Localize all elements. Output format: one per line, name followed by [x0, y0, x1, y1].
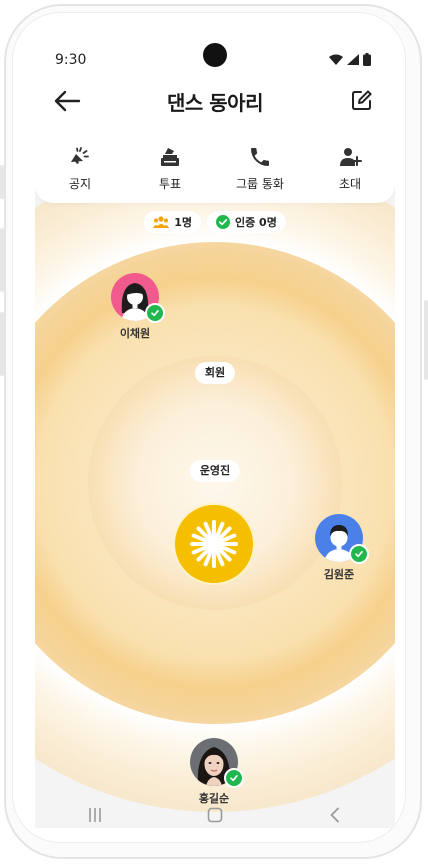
side-button — [0, 165, 4, 199]
signal-icon — [347, 54, 359, 65]
member-radar-map: 1명 인증 0명 회원 운영진 이채원 김원준 홍길순 — [35, 185, 395, 828]
side-button — [0, 312, 4, 376]
action-bar: 공지 투표 그룹 통화 초대 — [35, 135, 395, 203]
verified-count-badge: 인증 0명 — [206, 211, 286, 233]
top-app-bar: 댄스 동아리 — [35, 83, 395, 119]
club-center-button[interactable] — [173, 503, 255, 585]
notice-button[interactable]: 공지 — [35, 135, 125, 203]
avatar — [315, 514, 369, 564]
avatar — [111, 273, 165, 323]
add-user-icon — [340, 148, 362, 166]
invite-button[interactable]: 초대 — [305, 135, 395, 203]
member-zone-label: 회원 — [194, 362, 236, 384]
group-call-button[interactable]: 그룹 통화 — [215, 135, 305, 203]
status-time: 9:30 — [55, 52, 87, 68]
check-circle-icon — [215, 215, 230, 229]
back-icon[interactable] — [327, 807, 343, 823]
wifi-icon — [329, 54, 343, 65]
sunburst-icon — [190, 520, 238, 568]
megaphone-icon — [71, 147, 89, 164]
verified-check-icon — [349, 544, 369, 564]
verified-count: 인증 0명 — [234, 216, 277, 229]
group-icon — [153, 216, 170, 228]
home-icon[interactable] — [207, 807, 223, 823]
avatar — [190, 738, 244, 788]
group-call-label: 그룹 통화 — [236, 177, 284, 191]
app-screen: 9:30 댄스 동아리 1명 인증 0명 회원 운영진 이채원 김원준 홍길순 … — [35, 35, 395, 828]
staff-zone-label: 운영진 — [189, 460, 241, 482]
notice-label: 공지 — [68, 177, 92, 191]
verified-check-icon — [224, 768, 244, 788]
vote-button[interactable]: 투표 — [125, 135, 215, 203]
side-button — [424, 300, 428, 380]
page-title: 댄스 동아리 — [167, 91, 263, 115]
verified-check-icon — [145, 303, 165, 323]
member-count: 1명 — [174, 216, 192, 229]
battery-icon — [363, 53, 371, 66]
member-item[interactable]: 김원준 — [299, 514, 379, 582]
invite-label: 초대 — [338, 177, 362, 191]
front-camera — [203, 43, 227, 67]
status-bar: 9:30 — [35, 35, 395, 85]
member-name: 김원준 — [323, 568, 355, 581]
edit-icon[interactable] — [351, 89, 373, 111]
count-summary: 1명 인증 0명 — [35, 211, 395, 233]
ballot-box-icon — [161, 148, 179, 166]
side-button — [0, 228, 4, 292]
member-name: 이채원 — [119, 327, 151, 340]
system-nav-bar — [35, 793, 395, 837]
phone-icon — [251, 148, 269, 166]
recent-apps-icon[interactable] — [87, 807, 103, 823]
member-count-badge: 1명 — [144, 211, 201, 233]
member-item[interactable]: 이채원 — [95, 273, 175, 341]
vote-label: 투표 — [158, 177, 182, 191]
